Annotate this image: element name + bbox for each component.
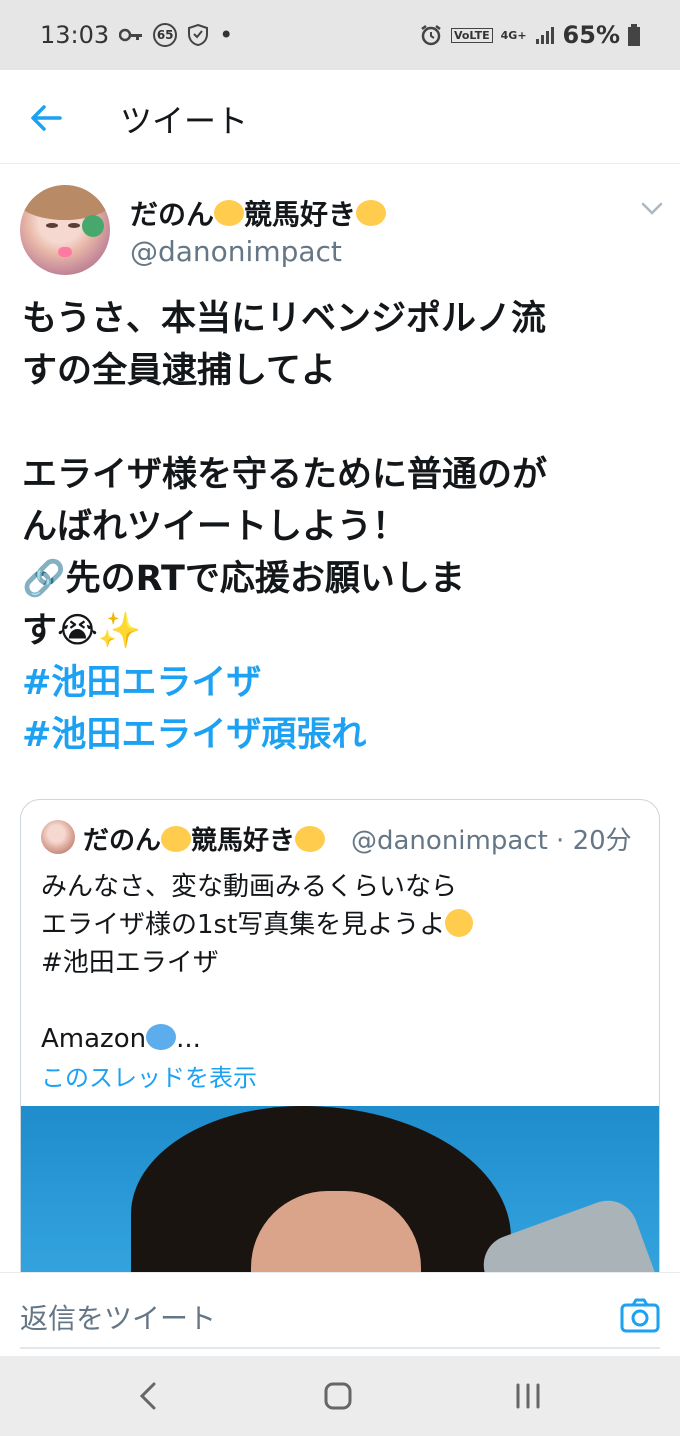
yellow-heart-icon [356,200,387,226]
tweet-line: すの全員逮捕してよ [22,351,336,391]
yellow-heart-icon [295,825,326,852]
recents-icon [516,1383,540,1409]
yellow-heart-icon [161,825,192,852]
home-square-icon [324,1382,352,1410]
show-thread-link[interactable]: このスレッドを表示 [41,1058,257,1093]
nav-back-button[interactable] [128,1376,168,1416]
tweet-line: エライザ様を守るために普通のが [22,455,548,495]
alarm-icon [419,23,443,47]
battery-icon [628,24,640,46]
sparkles-icon: ✨ [97,611,142,651]
tweet-line: もうさ、本当にリベンジポルノ流 [22,299,546,339]
signal-icon [535,25,555,45]
shield-icon [187,23,209,47]
status-dot: • [219,21,234,49]
author-handle[interactable]: @danonimpact [130,235,342,268]
chevron-left-icon [139,1382,156,1410]
chevron-down-icon[interactable] [640,201,664,217]
quoted-line: #池田エライザ [41,948,219,978]
system-nav-bar [0,1356,680,1436]
link-icon: 🔗 [22,559,66,599]
author-name[interactable]: だのん 競馬好き [130,193,387,233]
quoted-avatar [41,820,75,854]
blue-heart-icon [146,1023,177,1050]
yellow-heart-icon [214,200,245,226]
status-bar: 13:03 65 • VoLTE 4G+ 65% [0,0,680,70]
crying-face-icon: 😭 [57,611,98,651]
tweet: だのん 競馬好き @danonimpact もうさ、本当にリベンジポルノ流 すの全… [0,165,680,1272]
tweet-line: す😭✨ [22,611,142,651]
quoted-text: みんなさ、変な動画みるくらいなら エライザ様の1st写真集を見ようよ #池田エラ… [41,868,641,1058]
key-icon [119,28,143,42]
camera-icon[interactable] [620,1297,660,1333]
hashtag-link[interactable]: #池田エライザ頑張れ [22,709,642,761]
back-button[interactable] [26,98,66,138]
hashtag-link[interactable]: #池田エライザ [22,657,642,709]
network-type: 4G+ [500,28,527,42]
tweet-text: もうさ、本当にリベンジポルノ流 すの全員逮捕してよ エライザ様を守るために普通の… [22,293,642,761]
quoted-image[interactable] [21,1106,659,1272]
clock: 13:03 [40,21,110,49]
nav-home-button[interactable] [318,1376,358,1416]
reply-bar: 返信をツイート [0,1272,680,1356]
arrow-left-icon [31,105,62,131]
page-title: ツイート [120,102,249,140]
quoted-line: みんなさ、変な動画みるくらいなら [41,872,458,902]
quoted-tweet[interactable]: だのん 競馬好き @danonimpact · 20分 みんなさ、変な動画みるくら… [20,799,660,1272]
tweet-line: 🔗先のRTで応援お願いしま [22,559,465,599]
app-header: ツイート [0,70,680,164]
tweet-line: んばれツイートしよう！ [22,507,408,547]
divider [20,1347,660,1349]
volte-icon: VoLTE [450,27,493,43]
quoted-handle-time: @danonimpact · 20分 [351,826,632,856]
quoted-line: エライザ様の1st写真集を見ようよ [41,906,641,944]
quoted-line: Amazon... [41,1023,201,1054]
nav-recents-button[interactable] [508,1376,548,1416]
quoted-author-name: だのん 競馬好き [83,820,326,857]
notification-badge: 65 [153,23,178,47]
avatar[interactable] [20,185,110,275]
battery-percent: 65% [562,21,620,49]
face-emoji-icon [445,908,474,937]
reply-input[interactable]: 返信をツイート [20,1297,216,1337]
